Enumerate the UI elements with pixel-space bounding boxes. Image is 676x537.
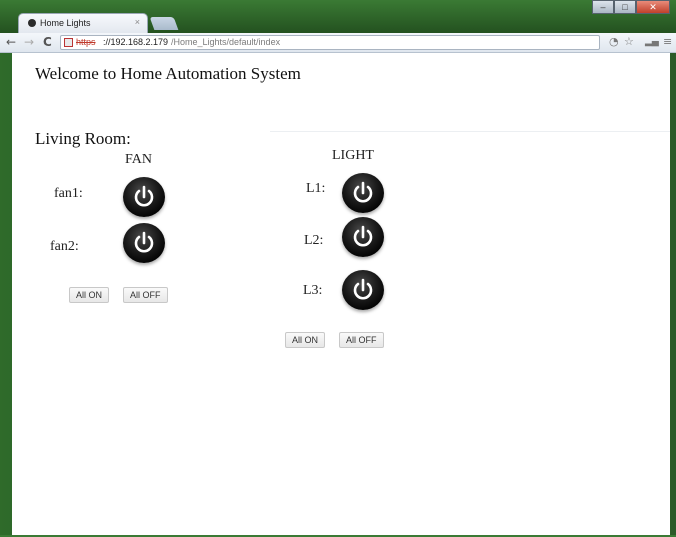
light-all-on-button[interactable]: All ON [285, 332, 326, 348]
broken-lock-icon [64, 38, 73, 47]
url-host: ://192.168.2.179 [103, 37, 169, 47]
window-controls: – □ ✕ [592, 0, 670, 16]
page-viewport: Welcome to Home Automation System Living… [12, 53, 670, 535]
fan-all-off-button[interactable]: All OFF [123, 287, 168, 303]
new-tab-button[interactable] [149, 17, 179, 30]
l3-power-button[interactable] [342, 270, 384, 310]
favicon-icon [28, 19, 36, 27]
page-title: Welcome to Home Automation System [35, 64, 301, 83]
tab-title: Home Lights [40, 18, 91, 28]
page-action-icon[interactable]: ◔ [609, 35, 619, 49]
close-icon[interactable]: ✕ [636, 0, 670, 14]
l1-power-button[interactable] [342, 173, 384, 213]
fan1-label: fan1: [54, 186, 83, 201]
power-icon [134, 231, 154, 253]
l2-power-button[interactable] [342, 217, 384, 257]
address-bar[interactable]: https ://192.168.2.179 /Home_Lights/defa… [60, 35, 600, 50]
tab-strip: Home Lights × – □ ✕ [0, 0, 676, 34]
browser-toolbar: ← → C https ://192.168.2.179 /Home_Light… [0, 33, 676, 53]
room-title: Living Room: [35, 129, 131, 148]
divider [270, 131, 670, 132]
fan-heading: FAN [125, 152, 152, 167]
light-heading: LIGHT [332, 148, 374, 163]
fan2-power-button[interactable] [123, 223, 165, 263]
minimize-icon[interactable]: – [592, 0, 614, 14]
url-path: /Home_Lights/default/index [171, 37, 281, 47]
browser-tab[interactable]: Home Lights × [18, 13, 148, 33]
url-scheme: https [76, 37, 96, 47]
fan2-label: fan2: [50, 239, 79, 254]
l2-label: L2: [304, 233, 324, 248]
light-all-off-button[interactable]: All OFF [339, 332, 384, 348]
back-icon[interactable]: ← [6, 35, 16, 49]
power-icon [353, 278, 373, 300]
tab-close-icon[interactable]: × [135, 16, 140, 28]
maximize-icon[interactable]: □ [614, 0, 636, 14]
power-icon [134, 185, 154, 207]
signal-icon[interactable]: ▂▄ [645, 35, 659, 49]
fan1-power-button[interactable] [123, 177, 165, 217]
star-icon[interactable]: ☆ [624, 35, 634, 49]
reload-icon[interactable]: C [43, 35, 52, 49]
forward-icon[interactable]: → [24, 35, 34, 49]
power-icon [353, 181, 373, 203]
browser-window: Home Lights × – □ ✕ ← → C https ://192.1… [0, 0, 676, 537]
l3-label: L3: [303, 283, 323, 298]
menu-icon[interactable]: ≡ [663, 35, 672, 49]
power-icon [353, 225, 373, 247]
l1-label: L1: [306, 181, 326, 196]
fan-all-on-button[interactable]: All ON [69, 287, 110, 303]
